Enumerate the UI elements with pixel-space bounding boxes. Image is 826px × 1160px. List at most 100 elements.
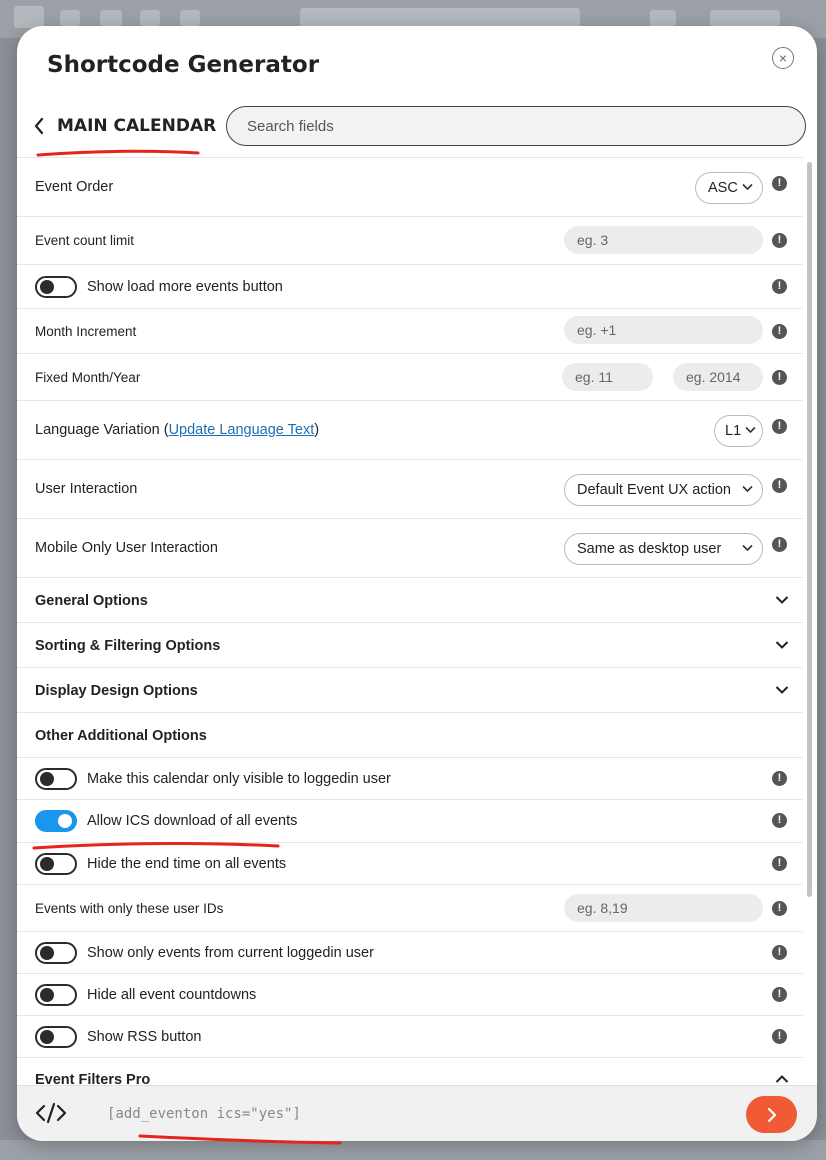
- info-icon[interactable]: !: [772, 537, 787, 552]
- hide-countdowns-label: Hide all event countdowns: [87, 987, 257, 1003]
- back-button[interactable]: [29, 114, 49, 138]
- loggedin-visible-label: Make this calendar only visible to logge…: [87, 771, 391, 787]
- chevron-left-icon: [34, 117, 44, 135]
- section-sorting-filtering[interactable]: Sorting & Filtering Options: [17, 623, 803, 668]
- section-event-filters-pro[interactable]: Event Filters Pro: [17, 1058, 803, 1086]
- language-value: L1: [725, 423, 742, 439]
- user-ids-input[interactable]: eg. 8,19: [564, 894, 763, 922]
- section-general-options[interactable]: General Options: [17, 578, 803, 623]
- shortcode-output[interactable]: [add_eventon ics="yes"]: [107, 1106, 301, 1122]
- mobile-interaction-select[interactable]: Same as desktop user: [564, 533, 763, 565]
- mobile-interaction-value: Same as desktop user: [577, 541, 722, 557]
- hide-countdowns-toggle[interactable]: [35, 984, 77, 1006]
- options-list[interactable]: Event Order ASC ! Event count limit eg. …: [17, 157, 803, 1086]
- section-title: Sorting & Filtering Options: [35, 638, 221, 654]
- background-bottom: [0, 1140, 826, 1160]
- ics-download-toggle[interactable]: [35, 810, 77, 832]
- language-variation-label: Language Variation (Update Language Text…: [35, 422, 319, 438]
- info-icon[interactable]: !: [772, 419, 787, 434]
- user-ids-label: Events with only these user IDs: [35, 901, 224, 916]
- section-other-additional[interactable]: Other Additional Options: [17, 713, 803, 758]
- row-current-user-events: Show only events from current loggedin u…: [17, 932, 803, 974]
- row-event-count-limit: Event count limit eg. 3 !: [17, 217, 803, 265]
- chevron-down-icon: [775, 596, 789, 604]
- info-icon[interactable]: !: [772, 901, 787, 916]
- event-count-limit-label: Event count limit: [35, 233, 135, 248]
- shortcode-generator-modal: Shortcode Generator × MAIN CALENDAR Sear…: [17, 26, 817, 1141]
- row-language-variation: Language Variation (Update Language Text…: [17, 401, 803, 460]
- search-placeholder: Search fields: [247, 117, 334, 135]
- info-icon[interactable]: !: [772, 945, 787, 960]
- info-icon[interactable]: !: [772, 233, 787, 248]
- info-icon[interactable]: !: [772, 856, 787, 871]
- close-icon: ×: [778, 50, 788, 66]
- fixed-month-placeholder: eg. 11: [575, 369, 613, 385]
- info-icon[interactable]: !: [772, 176, 787, 191]
- row-rss-button: Show RSS button !: [17, 1016, 803, 1058]
- row-event-order: Event Order ASC !: [17, 158, 803, 217]
- language-variation-text: Language Variation (: [35, 422, 169, 438]
- fixed-month-year-label: Fixed Month/Year: [35, 370, 141, 385]
- month-increment-input[interactable]: eg. +1: [564, 316, 763, 344]
- calendar-name: MAIN CALENDAR: [57, 116, 217, 136]
- info-icon[interactable]: !: [772, 370, 787, 385]
- current-user-events-toggle[interactable]: [35, 942, 77, 964]
- scrollbar[interactable]: [805, 157, 815, 1085]
- row-ics-download: Allow ICS download of all events !: [17, 800, 803, 843]
- row-show-load-more: Show load more events button !: [17, 265, 803, 309]
- section-title: General Options: [35, 593, 148, 609]
- search-input[interactable]: Search fields: [226, 106, 806, 146]
- info-icon[interactable]: !: [772, 478, 787, 493]
- hide-end-time-label: Hide the end time on all events: [87, 856, 287, 872]
- hide-end-time-toggle[interactable]: [35, 853, 77, 875]
- chevron-down-icon: [745, 426, 756, 434]
- event-order-label: Event Order: [35, 179, 114, 195]
- user-interaction-select[interactable]: Default Event UX action: [564, 474, 763, 506]
- fixed-year-input[interactable]: eg. 2014: [673, 363, 763, 391]
- month-increment-label: Month Increment: [35, 324, 137, 339]
- chevron-right-icon: [767, 1107, 776, 1122]
- info-icon[interactable]: !: [772, 987, 787, 1002]
- update-language-link[interactable]: Update Language Text: [169, 422, 315, 438]
- chevron-down-icon: [775, 686, 789, 694]
- rss-button-toggle[interactable]: [35, 1026, 77, 1048]
- scrollbar-thumb[interactable]: [807, 162, 812, 897]
- chevron-down-icon: [775, 641, 789, 649]
- row-loggedin-visible: Make this calendar only visible to logge…: [17, 758, 803, 800]
- info-icon[interactable]: !: [772, 1029, 787, 1044]
- language-select[interactable]: L1: [714, 415, 763, 447]
- modal-title: Shortcode Generator: [47, 52, 320, 78]
- row-user-interaction: User Interaction Default Event UX action…: [17, 460, 803, 519]
- info-icon[interactable]: !: [772, 279, 787, 294]
- mobile-interaction-label: Mobile Only User Interaction: [35, 540, 218, 556]
- user-ids-placeholder: eg. 8,19: [577, 900, 628, 916]
- chevron-up-icon: [775, 1075, 789, 1083]
- close-button[interactable]: ×: [772, 47, 794, 69]
- info-icon[interactable]: !: [772, 813, 787, 828]
- load-more-toggle[interactable]: [35, 276, 77, 298]
- code-icon: [35, 1102, 67, 1124]
- insert-shortcode-button[interactable]: [746, 1096, 797, 1133]
- loggedin-visible-toggle[interactable]: [35, 768, 77, 790]
- event-count-limit-placeholder: eg. 3: [577, 232, 609, 248]
- event-order-select[interactable]: ASC: [695, 172, 763, 204]
- user-interaction-value: Default Event UX action: [577, 482, 731, 498]
- row-hide-countdowns: Hide all event countdowns !: [17, 974, 803, 1016]
- language-variation-paren: ): [314, 422, 320, 438]
- event-order-value: ASC: [708, 180, 738, 196]
- fixed-month-input[interactable]: eg. 11: [562, 363, 653, 391]
- info-icon[interactable]: !: [772, 771, 787, 786]
- month-increment-placeholder: eg. +1: [577, 322, 617, 338]
- event-count-limit-input[interactable]: eg. 3: [564, 226, 763, 254]
- rss-button-label: Show RSS button: [87, 1029, 202, 1045]
- user-interaction-label: User Interaction: [35, 481, 138, 497]
- fixed-year-placeholder: eg. 2014: [686, 369, 741, 385]
- section-title: Event Filters Pro: [35, 1072, 151, 1086]
- section-title: Display Design Options: [35, 683, 198, 699]
- chevron-down-icon: [742, 183, 753, 191]
- section-display-design[interactable]: Display Design Options: [17, 668, 803, 713]
- chevron-down-icon: [742, 544, 753, 552]
- row-user-ids: Events with only these user IDs eg. 8,19…: [17, 885, 803, 932]
- current-user-events-label: Show only events from current loggedin u…: [87, 945, 374, 961]
- info-icon[interactable]: !: [772, 324, 787, 339]
